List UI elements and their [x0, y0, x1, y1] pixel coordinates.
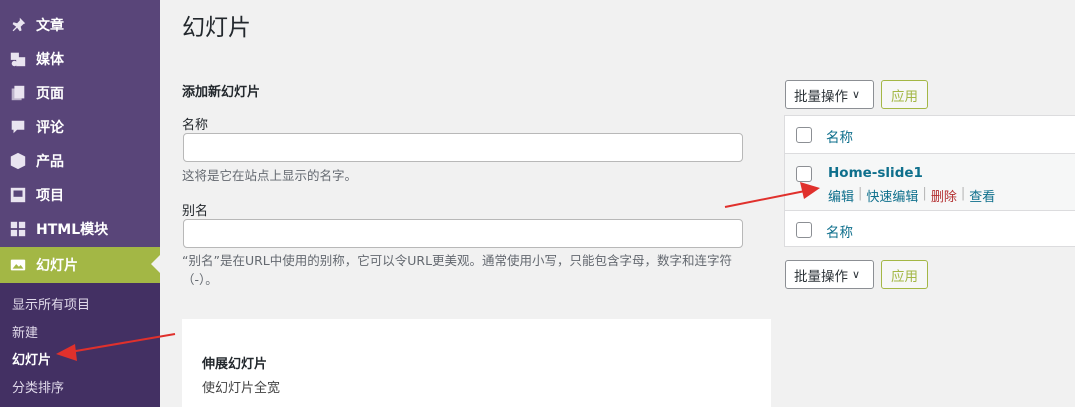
slides-table: 名称 Home-slide1 编辑 | 快速编辑 | 删除 | 查看 名称 — [784, 115, 1075, 247]
table-row: Home-slide1 编辑 | 快速编辑 | 删除 | 查看 — [785, 154, 1075, 210]
submenu-item-slides[interactable]: 幻灯片 — [12, 349, 51, 368]
select-all-checkbox-footer[interactable] — [796, 222, 812, 238]
bulk-actions-label: 批量操作 — [794, 88, 848, 105]
sidebar-item-label: 评论 — [36, 120, 64, 136]
chevron-down-icon: ∨ — [852, 88, 861, 101]
slides-submenu: 显示所有项目 新建 幻灯片 分类排序 — [0, 283, 160, 407]
pages-icon — [8, 83, 28, 103]
separator: | — [960, 186, 966, 201]
sidebar-item-media[interactable]: 媒体 — [0, 42, 160, 76]
sidebar-item-comments[interactable]: 评论 — [0, 110, 160, 144]
extend-slides-panel: 伸展幻灯片 使幻灯片全宽 — [182, 319, 771, 407]
column-name-header[interactable]: 名称 — [826, 126, 853, 146]
submenu-item-new[interactable]: 新建 — [12, 322, 38, 341]
slug-help: “别名”是在URL中使用的别称，它可以令URL更美观。通常使用小写，只能包含字母… — [182, 253, 733, 287]
chevron-down-icon: ∨ — [852, 268, 861, 281]
view-link[interactable]: 查看 — [969, 186, 995, 205]
sidebar-item-posts[interactable]: 文章 — [0, 8, 160, 42]
comment-icon — [8, 117, 28, 137]
bulk-actions-label: 批量操作 — [794, 268, 848, 285]
sidebar-item-portfolio[interactable]: 项目 — [0, 178, 160, 212]
extend-title: 伸展幻灯片 — [202, 357, 268, 372]
edit-link[interactable]: 编辑 — [828, 186, 854, 205]
bulk-actions-select-top[interactable]: 批量操作 ∨ — [785, 80, 874, 109]
apply-button-top[interactable]: 应用 — [881, 80, 928, 109]
submenu-item-all[interactable]: 显示所有项目 — [12, 294, 90, 313]
cube-icon — [8, 151, 28, 171]
sidebar-item-label: 幻灯片 — [36, 258, 78, 274]
slides-icon — [8, 255, 28, 275]
table-header: 名称 — [785, 116, 1075, 154]
name-help: 这将是它在站点上显示的名字。 — [182, 168, 358, 183]
sidebar-item-label: 项目 — [36, 188, 64, 204]
slug-input[interactable] — [183, 219, 743, 248]
page-title: 幻灯片 — [182, 15, 251, 41]
table-footer: 名称 — [785, 210, 1075, 248]
row-title-link[interactable]: Home-slide1 — [828, 165, 923, 181]
column-name-footer[interactable]: 名称 — [826, 221, 853, 241]
sidebar-item-products[interactable]: 产品 — [0, 144, 160, 178]
add-slide-heading: 添加新幻灯片 — [182, 85, 261, 100]
pin-icon — [8, 15, 28, 35]
separator: | — [858, 186, 863, 201]
delete-link[interactable]: 删除 — [931, 186, 957, 205]
sidebar-item-label: 产品 — [36, 154, 64, 170]
name-label: 名称 — [182, 118, 209, 133]
active-indicator — [151, 255, 160, 273]
sidebar-item-pages[interactable]: 页面 — [0, 76, 160, 110]
row-actions: 编辑 | 快速编辑 | 删除 | 查看 — [828, 186, 995, 205]
select-all-checkbox[interactable] — [796, 127, 812, 143]
separator: | — [922, 186, 927, 201]
sidebar-item-label: 媒体 — [36, 52, 64, 68]
sidebar-item-label: HTML模块 — [36, 222, 109, 238]
extend-desc: 使幻灯片全宽 — [202, 381, 281, 396]
sidebar-item-slides[interactable]: 幻灯片 — [0, 247, 160, 283]
quick-edit-link[interactable]: 快速编辑 — [866, 186, 918, 205]
apply-button-bottom[interactable]: 应用 — [881, 260, 928, 289]
sidebar-item-html-modules[interactable]: HTML模块 — [0, 212, 160, 246]
grid-icon — [8, 219, 28, 239]
bulk-actions-select-bottom[interactable]: 批量操作 ∨ — [785, 260, 874, 289]
slug-label: 别名 — [182, 204, 209, 219]
row-checkbox[interactable] — [796, 166, 812, 182]
media-icon — [8, 49, 28, 69]
name-input[interactable] — [183, 133, 743, 162]
submenu-item-category-order[interactable]: 分类排序 — [12, 377, 64, 396]
sidebar-item-label: 文章 — [36, 18, 64, 34]
sidebar-item-label: 页面 — [36, 86, 64, 102]
admin-sidebar: 文章 媒体 页面 评论 产品 项目 HTML模块 幻灯片 显示所有项目 新建 幻… — [0, 0, 160, 407]
portfolio-icon — [8, 185, 28, 205]
